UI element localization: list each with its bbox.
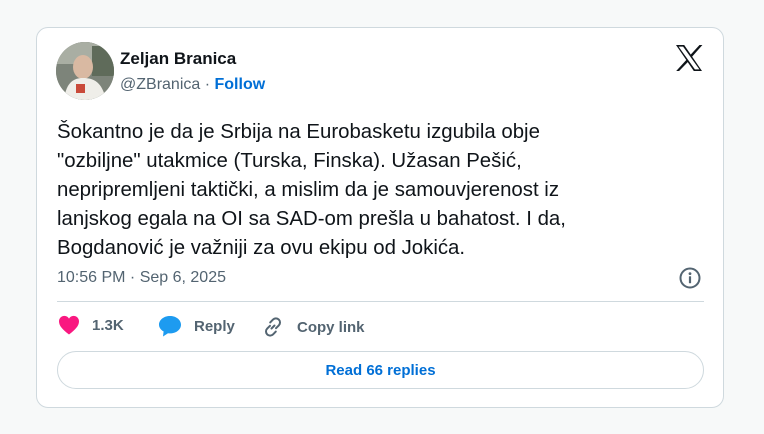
tweet-line: Bogdanović je važniji za ovu ekipu od Jo… <box>57 237 466 259</box>
like-count: 1.3K <box>92 316 124 334</box>
like-button[interactable]: 1.3K <box>58 315 124 335</box>
tweet-line: lanjskog egala na OI sa SAD-om prešla u … <box>57 208 566 230</box>
copy-link-label: Copy link <box>297 318 365 336</box>
follow-button[interactable]: Follow <box>215 76 266 93</box>
handle-row: @ZBranica · Follow <box>120 76 265 94</box>
handle-separator: · <box>204 76 211 93</box>
link-icon <box>265 317 281 337</box>
divider <box>57 301 704 302</box>
tweet-text: Šokantno je da je Srbija na Eurobasketu … <box>57 118 697 263</box>
reply-bubble-icon <box>159 316 181 337</box>
tweet-line: nepripremljeni taktički, a mislim da je … <box>57 179 560 201</box>
author-name[interactable]: Zeljan Branica <box>120 49 236 69</box>
tweet-card: Zeljan Branica @ZBranica · Follow Šokant… <box>36 27 724 408</box>
read-replies-button[interactable]: Read 66 replies <box>57 351 704 389</box>
avatar[interactable] <box>56 42 114 100</box>
reply-label: Reply <box>194 317 235 335</box>
reply-button[interactable]: Reply <box>158 315 235 337</box>
tweet-line: "ozbiljne" utakmice (Turska, Finska). Už… <box>57 150 522 172</box>
copy-link-button[interactable]: Copy link <box>261 315 365 339</box>
info-icon[interactable] <box>678 266 702 290</box>
heart-icon <box>59 315 79 335</box>
tweet-line: Šokantno je da je Srbija na Eurobasketu … <box>57 121 540 143</box>
timestamp[interactable]: 10:56 PM · Sep 6, 2025 <box>57 269 226 287</box>
x-logo-icon[interactable] <box>675 45 703 71</box>
author-handle[interactable]: @ZBranica <box>120 76 200 93</box>
